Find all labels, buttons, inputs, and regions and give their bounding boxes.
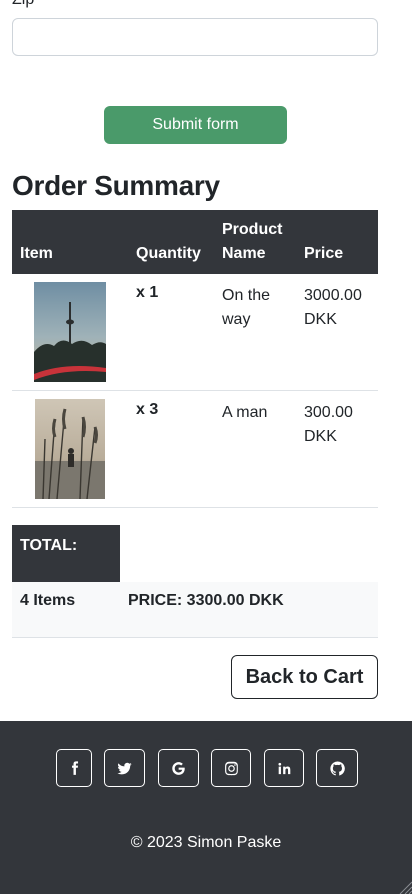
table-row: x 3 A man 300.00 DKK bbox=[12, 391, 378, 508]
row-quantity: x 1 bbox=[136, 284, 159, 301]
table-row: x 1 On the way 3000.00 DKK bbox=[12, 274, 378, 391]
header-price: Price bbox=[304, 245, 344, 262]
order-table: Item Quantity Product Name Price x 1 On … bbox=[12, 210, 378, 508]
submit-form-button[interactable]: Submit form bbox=[104, 106, 287, 144]
google-icon[interactable] bbox=[158, 749, 199, 787]
github-icon[interactable] bbox=[316, 749, 358, 787]
copyright-text: © 2023 Simon Paske bbox=[130, 834, 282, 851]
total-price: PRICE: 3300.00 DKK bbox=[128, 592, 284, 609]
product-image-tower bbox=[34, 282, 106, 382]
table-header: Item Quantity Product Name Price bbox=[12, 210, 378, 274]
row-price: 3000.00 DKK bbox=[304, 287, 362, 328]
header-item: Item bbox=[20, 245, 53, 262]
header-product-name: Product Name bbox=[222, 221, 283, 262]
row-quantity: x 3 bbox=[136, 401, 159, 418]
zip-label: Zip bbox=[12, 0, 34, 9]
facebook-icon[interactable] bbox=[56, 749, 92, 787]
linkedin-icon[interactable] bbox=[264, 749, 304, 787]
total-row: 4 Items PRICE: 3300.00 DKK bbox=[12, 582, 378, 638]
total-items: 4 Items bbox=[20, 592, 76, 609]
footer: © 2023 Simon Paske bbox=[0, 721, 412, 894]
instagram-icon[interactable] bbox=[211, 749, 251, 787]
resize-handle-icon bbox=[399, 881, 412, 894]
order-summary-title: Order Summary bbox=[12, 170, 220, 201]
row-product-name: A man bbox=[222, 404, 268, 421]
twitter-icon[interactable] bbox=[104, 749, 145, 787]
row-price: 300.00 DKK bbox=[304, 404, 353, 445]
header-quantity: Quantity bbox=[136, 245, 201, 262]
order-total: TOTAL: 4 Items PRICE: 3300.00 DKK bbox=[12, 525, 378, 639]
back-to-cart-button[interactable]: Back to Cart bbox=[231, 655, 378, 699]
row-product-name: On the way bbox=[222, 287, 271, 328]
product-image-grass bbox=[35, 399, 105, 499]
zip-input[interactable] bbox=[12, 18, 378, 56]
total-label: TOTAL: bbox=[12, 525, 120, 582]
